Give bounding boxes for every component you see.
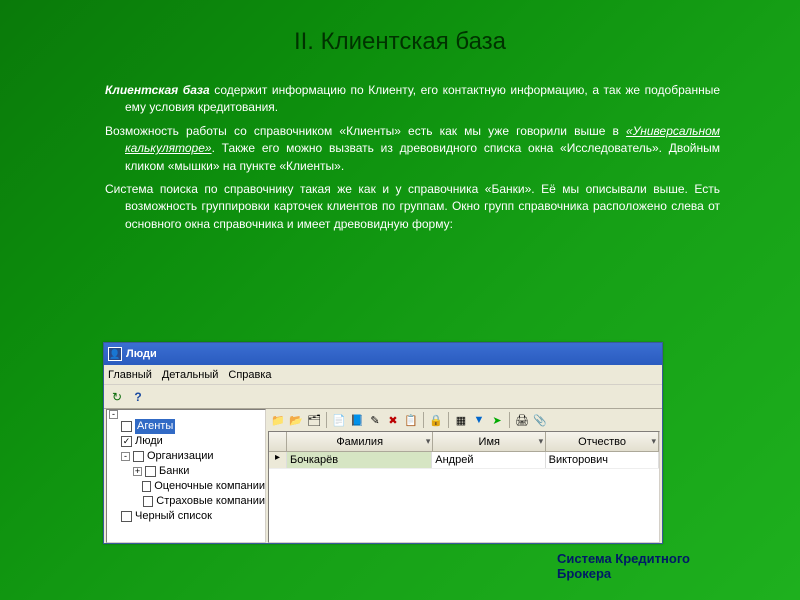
filter-icon[interactable]: ▦ <box>453 412 469 428</box>
print-icon[interactable]: 🖨 <box>514 412 530 428</box>
cell-lastname[interactable]: Бочкарёв <box>287 452 432 468</box>
menu-detail[interactable]: Детальный <box>162 369 219 381</box>
folder-icon[interactable]: 📁 <box>270 412 286 428</box>
paragraph-2: Возможность работы со справочником «Клие… <box>105 123 720 175</box>
chevron-down-icon[interactable]: ▾ <box>539 436 544 447</box>
checkbox[interactable]: ✓ <box>121 436 132 447</box>
arrow-icon[interactable]: ➤ <box>489 412 505 428</box>
tree-blacklist[interactable]: Черный список <box>135 509 212 524</box>
toolbar-top: ↻ ? <box>104 385 662 409</box>
checkbox[interactable] <box>145 466 156 477</box>
delete-doc-icon[interactable]: ✖ <box>385 412 401 428</box>
tree-people[interactable]: Люди <box>135 434 163 449</box>
main-pane: 📁 📂 🗂 📄 📘 ✎ ✖ 📋 🔒 ▦ ▼ ➤ 🖨 📎 <box>268 409 660 543</box>
row-marker: ▸ <box>269 452 287 468</box>
app-icon: 👤 <box>108 347 122 361</box>
main-toolbar: 📁 📂 🗂 📄 📘 ✎ ✖ 📋 🔒 ▦ ▼ ➤ 🖨 📎 <box>268 409 660 431</box>
checkbox[interactable] <box>121 511 132 522</box>
page-title: II. Клиентская база <box>0 0 800 56</box>
cell-patronymic[interactable]: Викторович <box>546 452 659 468</box>
col-patronymic[interactable]: Отчество▾ <box>546 432 659 451</box>
menu-help[interactable]: Справка <box>228 369 271 381</box>
folder-open-icon[interactable]: 📂 <box>288 412 304 428</box>
tree-insurance[interactable]: Страховые компании <box>156 494 265 509</box>
tree-appraisal[interactable]: Оценочные компании <box>154 479 265 494</box>
delete-folder-icon[interactable]: 🗂 <box>306 412 322 428</box>
separator <box>423 412 424 428</box>
data-grid[interactable]: Фамилия▾ Имя▾ Отчество▾ ▸ Бочкарёв Андре… <box>268 431 660 543</box>
collapse-icon[interactable]: - <box>121 452 130 461</box>
edit-doc-icon[interactable]: ✎ <box>367 412 383 428</box>
copy-icon[interactable]: 📋 <box>403 412 419 428</box>
group-tree[interactable]: - Агенты ✓Люди - Организации + Банки Оцено… <box>106 409 266 543</box>
chevron-down-icon[interactable]: ▾ <box>651 436 656 447</box>
menubar: Главный Детальный Справка <box>104 365 662 385</box>
separator <box>326 412 327 428</box>
open-doc-icon[interactable]: 📘 <box>349 412 365 428</box>
people-window: 👤 Люди Главный Детальный Справка ↻ ? - А… <box>103 342 663 544</box>
attach-icon[interactable]: 📎 <box>532 412 548 428</box>
checkbox[interactable] <box>143 496 153 507</box>
description-block: Клиентская база содержит информацию по К… <box>0 56 800 233</box>
tree-banks[interactable]: Банки <box>159 464 189 479</box>
funnel-icon[interactable]: ▼ <box>471 412 487 428</box>
menu-main[interactable]: Главный <box>108 369 152 381</box>
grid-header: Фамилия▾ Имя▾ Отчество▾ <box>269 432 659 452</box>
chevron-down-icon[interactable]: ▾ <box>426 436 431 447</box>
tree-orgs[interactable]: Организации <box>147 449 214 464</box>
col-firstname[interactable]: Имя▾ <box>433 432 546 451</box>
paragraph-1: Клиентская база содержит информацию по К… <box>105 82 720 117</box>
tree-agents[interactable]: Агенты <box>135 419 175 434</box>
table-row[interactable]: ▸ Бочкарёв Андрей Викторович <box>269 452 659 469</box>
checkbox[interactable] <box>142 481 151 492</box>
expand-icon[interactable]: + <box>133 467 142 476</box>
separator <box>448 412 449 428</box>
new-doc-icon[interactable]: 📄 <box>331 412 347 428</box>
footer-caption: Система Кредитного Брокера <box>557 551 690 582</box>
separator <box>509 412 510 428</box>
checkbox[interactable] <box>121 421 132 432</box>
window-title: Люди <box>126 348 157 360</box>
collapse-icon[interactable]: - <box>109 410 118 419</box>
help-button[interactable]: ? <box>129 388 147 406</box>
col-lastname[interactable]: Фамилия▾ <box>287 432 433 451</box>
checkbox[interactable] <box>133 451 144 462</box>
row-marker-header[interactable] <box>269 432 287 451</box>
cell-firstname[interactable]: Андрей <box>432 452 545 468</box>
lock-icon[interactable]: 🔒 <box>428 412 444 428</box>
refresh-button[interactable]: ↻ <box>108 388 126 406</box>
paragraph-3: Система поиска по справочнику такая же к… <box>105 181 720 233</box>
window-titlebar[interactable]: 👤 Люди <box>104 343 662 365</box>
